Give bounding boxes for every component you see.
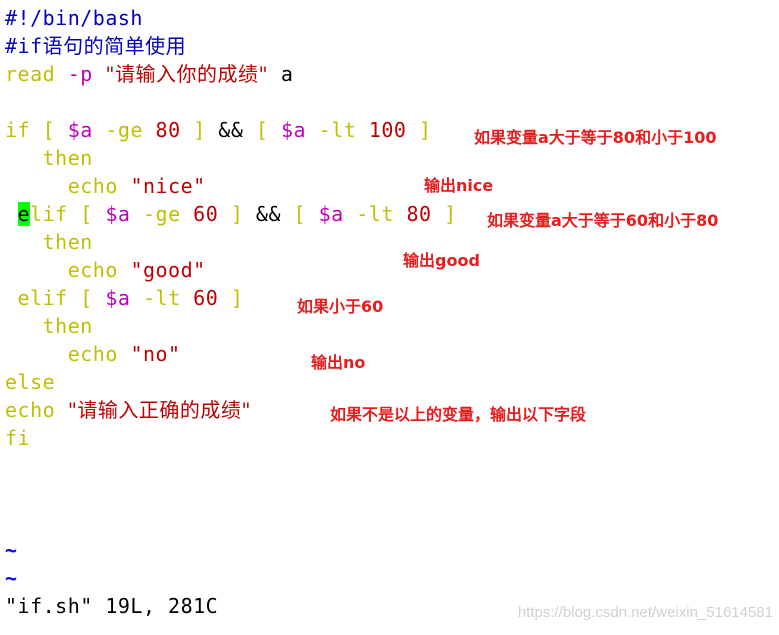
read-prompt: "请输入你的成绩" (105, 62, 269, 86)
number: 80 (406, 202, 432, 226)
operator: -lt (356, 202, 394, 226)
bracket: ] (193, 118, 206, 142)
code-line-echo-no: echo "no" (5, 340, 457, 368)
echo-keyword: echo (5, 398, 56, 422)
number: 60 (193, 286, 219, 310)
annotation-nice: 输出nice (424, 176, 494, 195)
annotation-if1: 如果变量a大于等于80和小于100 (474, 128, 717, 147)
bracket: ] (444, 202, 457, 226)
read-keyword: read (5, 62, 56, 86)
code-line-fi: fi (5, 424, 457, 452)
operator: -lt (318, 118, 357, 142)
elif-keyword: elif (17, 286, 68, 310)
echo-string: "nice" (130, 174, 206, 198)
vim-editor[interactable]: #!/bin/bash #if语句的简单使用 read -p "请输入你的成绩"… (5, 4, 457, 620)
read-option: -p (67, 62, 93, 86)
number: 80 (155, 118, 181, 142)
bracket: [ (293, 202, 307, 226)
then-keyword: then (42, 146, 93, 170)
shebang: #!/bin/bash (5, 6, 143, 30)
number: 60 (193, 202, 219, 226)
bracket: [ (80, 202, 93, 226)
text-cursor: e (17, 202, 31, 226)
else-keyword: else (5, 370, 56, 394)
code-line-comment: #if语句的简单使用 (5, 32, 457, 60)
code-line-read: read -p "请输入你的成绩" a (5, 60, 457, 88)
variable: $a (105, 286, 131, 310)
code-line-then: then (5, 312, 457, 340)
code-line-echo-good: echo "good" (5, 256, 457, 284)
variable: $a (67, 118, 93, 142)
annotation-elif1: 如果变量a大于等于60和小于80 (487, 211, 719, 230)
comment-prefix: #if (5, 34, 43, 58)
variable: $a (281, 118, 307, 142)
tilde-marker: ~ (5, 566, 18, 590)
elif-keyword: lif (30, 202, 68, 226)
tilde-marker: ~ (5, 538, 18, 562)
fi-keyword: fi (5, 426, 31, 450)
code-line-then: then (5, 144, 457, 172)
empty-line-marker: ~ (5, 564, 457, 592)
then-keyword: then (42, 230, 93, 254)
and-operator: && (218, 118, 244, 142)
code-line-elif1: elif [ $a -ge 60 ] && [ $a -lt 80 ] (5, 200, 457, 228)
operator: -lt (143, 286, 181, 310)
read-variable: a (280, 62, 294, 86)
echo-string: "good" (130, 258, 206, 282)
code-line-shebang: #!/bin/bash (5, 4, 457, 32)
annotation-elif2: 如果小于60 (297, 297, 384, 316)
watermark: https://blog.csdn.net/weixin_51614581 (517, 604, 773, 621)
file-status: "if.sh" 19L, 281C (5, 594, 219, 618)
variable: $a (105, 202, 131, 226)
bracket: ] (419, 118, 432, 142)
empty-line-marker: ~ (5, 536, 457, 564)
bracket: [ (255, 118, 269, 142)
code-line-elif2: elif [ $a -lt 60 ] (5, 284, 457, 312)
code-line-else: else (5, 368, 457, 396)
operator: -ge (105, 118, 143, 142)
status-line: "if.sh" 19L, 281C (5, 592, 457, 620)
echo-string: "请输入正确的成绩" (67, 398, 252, 422)
variable: $a (318, 202, 344, 226)
echo-string: "no" (130, 342, 181, 366)
code-line-then: then (5, 228, 457, 256)
operator: -ge (143, 202, 181, 226)
annotation-else: 如果不是以上的变量，输出以下字段 (330, 405, 587, 424)
annotation-good: 输出good (403, 251, 480, 270)
bracket: [ (80, 286, 93, 310)
echo-keyword: echo (67, 258, 118, 282)
annotation-no: 输出no (311, 353, 366, 372)
bracket: [ (42, 118, 56, 142)
code-line-if: if [ $a -ge 80 ] && [ $a -lt 100 ] (5, 116, 457, 144)
comment-text: 语句的简单使用 (42, 34, 187, 58)
bracket: ] (230, 202, 244, 226)
then-keyword: then (42, 314, 93, 338)
code-line-echo-nice: echo "nice" (5, 172, 457, 200)
if-keyword: if (5, 118, 31, 142)
number: 100 (368, 118, 407, 142)
bracket: ] (230, 286, 244, 310)
echo-keyword: echo (67, 342, 118, 366)
and-operator: && (255, 202, 281, 226)
echo-keyword: echo (67, 174, 118, 198)
